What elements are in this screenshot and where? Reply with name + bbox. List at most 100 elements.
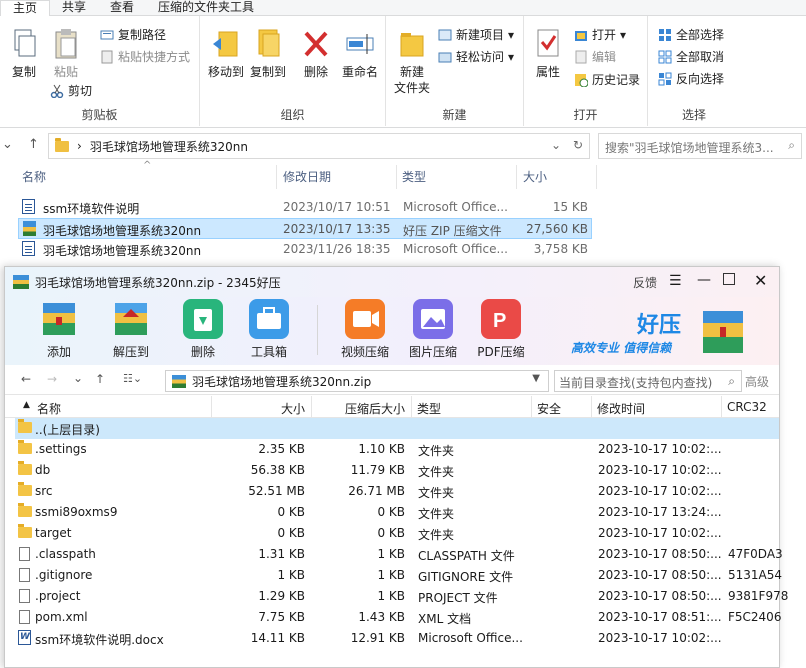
move-to-button[interactable]: 移动到	[206, 28, 246, 80]
table-row[interactable]: db 56.38 KB 11.79 KB 文件夹 2023-10-17 10:02:..…	[15, 460, 779, 481]
refresh-icon[interactable]: ↻	[573, 138, 583, 152]
col-type[interactable]: 类型	[417, 400, 441, 417]
col-name[interactable]: 名称	[22, 168, 46, 190]
feedback-button[interactable]: 反馈	[633, 274, 657, 291]
col-packed-size[interactable]: 压缩后大小	[345, 400, 405, 417]
forward-arrow-icon[interactable]: →	[47, 372, 57, 386]
zip-path-bar[interactable]: 羽毛球馆场地管理系统320nn.zip ▼	[165, 370, 549, 392]
zip-path: 羽毛球馆场地管理系统320nn.zip	[192, 374, 372, 389]
zip-delete-button[interactable]: 删除	[173, 299, 233, 360]
tab-compressed-folder-tools[interactable]: 压缩的文件夹工具	[146, 0, 266, 15]
zip-archive-icon	[172, 374, 186, 388]
copy-path-button[interactable]: 复制路径	[100, 27, 166, 43]
list-item[interactable]: 羽毛球馆场地管理系统320nn 2023/10/17 13:35 好压 ZIP …	[18, 218, 592, 239]
address-row: ⌄ ↑ › 羽毛球馆场地管理系统320nn ⌄ ↻ 搜索"羽毛球馆场地管理系统3…	[0, 130, 806, 160]
add-button[interactable]: 添加	[29, 299, 89, 360]
address-bar[interactable]: › 羽毛球馆场地管理系统320nn ⌄ ↻	[48, 133, 590, 159]
tab-home[interactable]: 主页	[0, 0, 51, 17]
new-item-label: 新建项目	[456, 28, 505, 42]
paste-shortcut-button[interactable]: 粘贴快捷方式	[100, 49, 190, 65]
minimize-icon[interactable]: —	[697, 272, 711, 288]
video-compress-button[interactable]: 视频压缩	[335, 299, 395, 360]
select-none-button[interactable]: 全部取消	[658, 49, 724, 65]
up-arrow-icon[interactable]: ↑	[28, 137, 39, 152]
list-item[interactable]: ssm环境软件说明 2023/10/17 10:51 Microsoft Off…	[18, 197, 592, 218]
table-row[interactable]: .settings 2.35 KB 1.10 KB 文件夹 2023-10-17 10:…	[15, 439, 779, 460]
delete-button[interactable]: 删除	[298, 28, 334, 80]
cell-name: .classpath	[35, 547, 96, 561]
copy-to-label: 复制到	[249, 65, 286, 79]
tab-view[interactable]: 查看	[98, 0, 146, 15]
edit-label: 编辑	[592, 50, 617, 64]
table-row[interactable]: .classpath 1.31 KB 1 KB CLASSPATH 文件 2023-10…	[15, 544, 783, 565]
close-icon[interactable]: ✕	[754, 271, 767, 290]
chevron-down-icon[interactable]: ⌄	[2, 137, 13, 152]
col-modified[interactable]: 修改时间	[597, 400, 645, 417]
dropdown-arrow-icon[interactable]: ▼	[532, 373, 540, 384]
col-security[interactable]: 安全	[537, 400, 561, 417]
svg-text:P: P	[493, 310, 506, 332]
select-all-button[interactable]: 全部选择	[658, 27, 724, 43]
table-row[interactable]: ..(上层目录)	[15, 418, 779, 439]
cut-button[interactable]: 剪切	[50, 83, 92, 99]
table-row[interactable]: pom.xml 7.75 KB 1.43 KB XML 文档 2023-10-17 08…	[15, 607, 781, 628]
slogan-1: 高效专业	[571, 341, 620, 355]
slogan-2: 值得信赖	[623, 341, 672, 355]
col-size[interactable]: 大小	[523, 168, 547, 190]
table-row[interactable]: ssmi89oxms9 0 KB 0 KB 文件夹 2023-10-17 13:24:.…	[15, 502, 779, 523]
menu-icon[interactable]: ☰	[669, 273, 682, 289]
extract-button[interactable]: 解压到	[101, 299, 161, 360]
cell-packed-size: 1 KB	[377, 589, 405, 603]
chevron-down-icon[interactable]: ⌄	[73, 371, 83, 385]
invert-selection-button[interactable]: 反向选择	[658, 71, 724, 87]
toolbox-button[interactable]: 工具箱	[239, 299, 299, 360]
list-item[interactable]: 羽毛球馆场地管理系统320nn 2023/11/26 18:35 Microso…	[18, 239, 592, 260]
col-name[interactable]: 名称	[37, 400, 61, 417]
back-arrow-icon[interactable]: ←	[21, 372, 31, 386]
maximize-icon[interactable]	[723, 273, 735, 285]
table-row[interactable]: target 0 KB 0 KB 文件夹 2023-10-17 10:02:...	[15, 523, 779, 544]
rename-button[interactable]: 重命名	[338, 28, 382, 80]
copy-to-button[interactable]: 复制到	[248, 28, 288, 80]
select-none-icon	[658, 50, 672, 64]
open-button[interactable]: 打开 ▾	[574, 27, 626, 43]
pdf-icon: P	[481, 299, 521, 339]
image-compress-button[interactable]: 图片压缩	[403, 299, 463, 360]
col-size[interactable]: 大小	[281, 400, 305, 417]
easy-access-button[interactable]: 轻松访问 ▾	[438, 49, 514, 65]
file-icon	[19, 610, 30, 624]
view-mode-icon[interactable]: ☷⌄	[123, 372, 142, 385]
search-input[interactable]: 搜索"羽毛球馆场地管理系统3... ⌕	[598, 133, 802, 159]
cell-name: ..(上层目录)	[35, 423, 100, 437]
new-item-button[interactable]: 新建项目 ▾	[438, 27, 514, 43]
history-button[interactable]: 历史记录	[574, 72, 640, 88]
copy-label: 复制	[11, 65, 36, 79]
new-group-label: 新建	[442, 108, 467, 122]
copy-button[interactable]: 复制	[6, 28, 42, 80]
cell-name: ssmi89oxms9	[35, 505, 118, 519]
tab-share[interactable]: 共享	[50, 0, 98, 15]
table-row[interactable]: .project 1.29 KB 1 KB PROJECT 文件 2023-10-17 …	[15, 586, 788, 607]
table-row[interactable]: ssm环境软件说明.docx 14.11 KB 12.91 KB Microsoft …	[15, 628, 779, 649]
edit-button[interactable]: 编辑	[574, 49, 616, 65]
cell-name: target	[35, 526, 72, 540]
col-date[interactable]: 修改日期	[283, 168, 331, 190]
history-icon	[574, 73, 589, 88]
table-row[interactable]: src 52.51 MB 26.71 MB 文件夹 2023-10-17 10:02:.…	[15, 481, 779, 502]
cell-crc32: 47F0DA3	[728, 547, 783, 561]
advanced-search-button[interactable]: 高级	[745, 373, 769, 390]
paste-button[interactable]: 粘贴	[48, 28, 84, 80]
up-arrow-icon[interactable]: ↑	[95, 372, 105, 386]
cell-type: PROJECT 文件	[418, 591, 498, 605]
image-icon	[413, 299, 453, 339]
properties-button[interactable]: 属性	[530, 28, 566, 80]
col-type[interactable]: 类型	[402, 168, 426, 190]
ribbon-tabs: 主页 共享 查看 压缩的文件夹工具	[0, 0, 806, 17]
pdf-compress-button[interactable]: P PDF压缩	[471, 299, 531, 360]
cell-packed-size: 12.91 KB	[350, 631, 405, 645]
table-row[interactable]: .gitignore 1 KB 1 KB GITIGNORE 文件 2023-10-17…	[15, 565, 782, 586]
dropdown-chevron-icon[interactable]: ⌄	[551, 138, 561, 152]
col-crc32[interactable]: CRC32	[727, 400, 767, 414]
new-folder-button[interactable]: 新建 文件夹	[392, 28, 432, 96]
zip-search-input[interactable]: 当前目录查找(支持包内查找) ⌕	[554, 370, 742, 392]
